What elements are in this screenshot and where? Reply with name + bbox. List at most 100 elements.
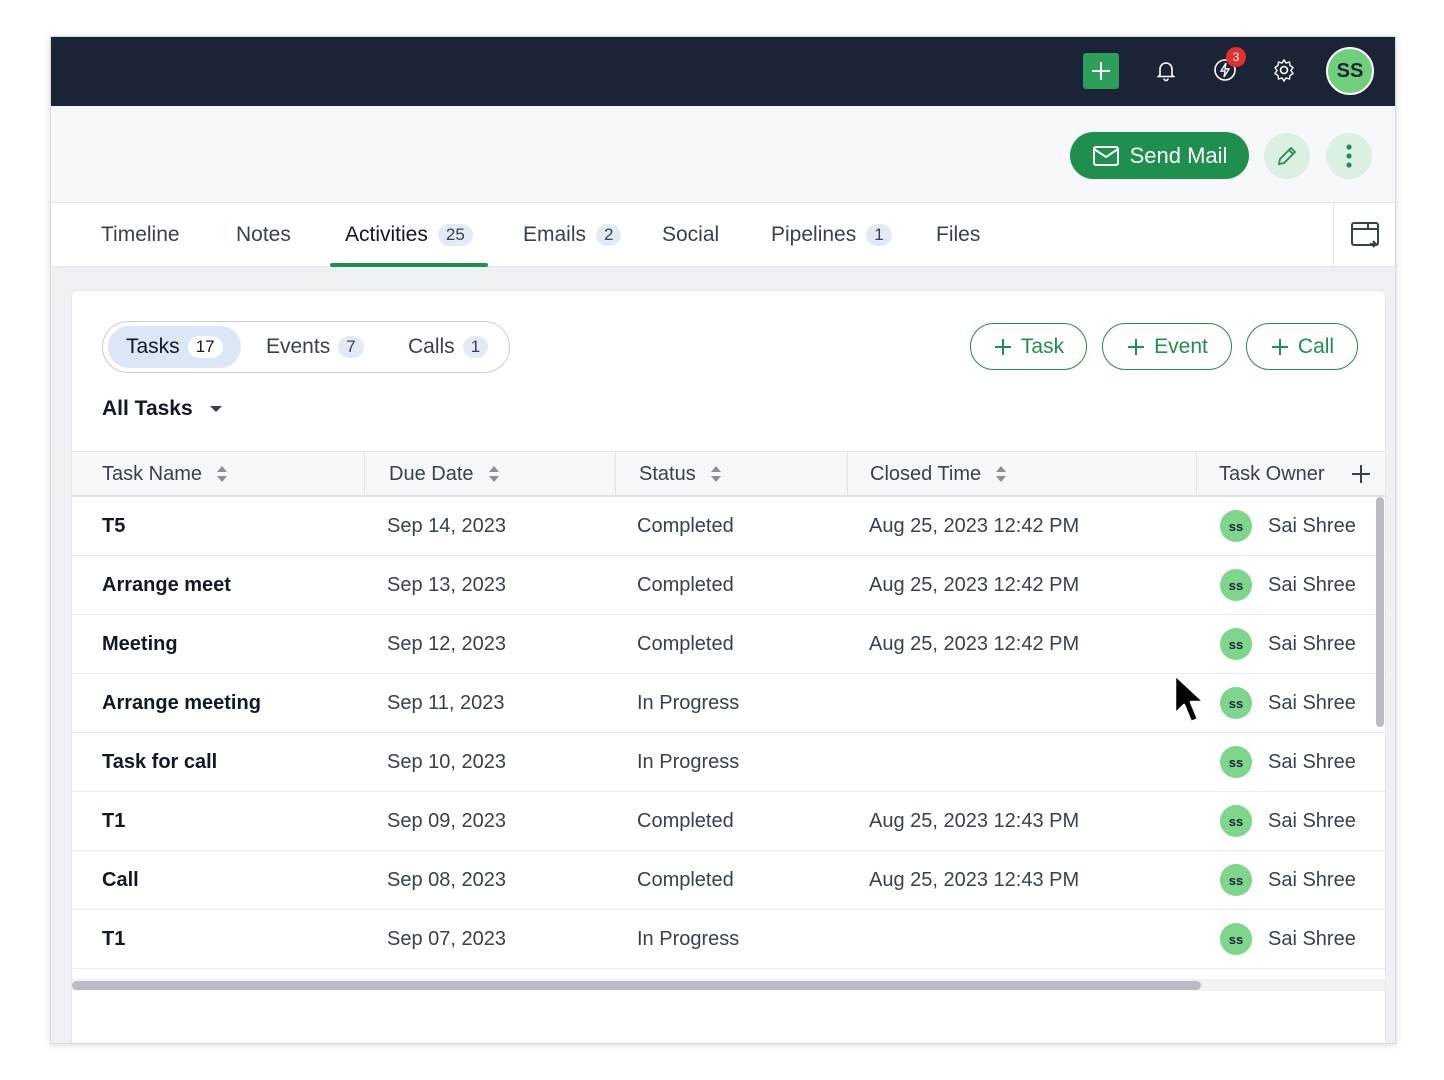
task-owner: ss Sai Shree [1220, 615, 1356, 673]
add-task-button[interactable]: Task [970, 323, 1087, 370]
table-row[interactable]: Arrange meet Sep 13, 2023 Completed Aug … [72, 556, 1385, 615]
tab-timeline[interactable]: Timeline [101, 203, 180, 267]
segment-count: 17 [187, 336, 223, 358]
status: Completed [637, 573, 734, 596]
send-mail-label: Send Mail [1129, 142, 1228, 168]
task-owner: ss Sai Shree [1220, 556, 1356, 614]
crm-window: 3 SS Send Mail Timeline Notes Activities… [50, 36, 1396, 1044]
column-status[interactable]: Status [639, 452, 722, 496]
edit-button[interactable] [1264, 133, 1310, 179]
send-mail-button[interactable]: Send Mail [1070, 132, 1249, 179]
owner-name: Sai Shree [1268, 632, 1356, 655]
task-filter-dropdown[interactable]: All Tasks [102, 397, 223, 421]
status: In Progress [637, 691, 740, 714]
table-row[interactable]: T1 Sep 07, 2023 In Progress ss Sai Shree [72, 910, 1385, 969]
column-label: Status [639, 462, 696, 485]
column-divider [1196, 452, 1197, 496]
due-date: Sep 07, 2023 [387, 927, 506, 950]
task-name[interactable]: Arrange meet [102, 556, 231, 614]
segment-tasks[interactable]: Tasks 17 [108, 326, 241, 368]
quick-create-button[interactable] [1083, 53, 1119, 89]
task-name[interactable]: Arrange meeting [102, 674, 261, 732]
avatar: ss [1220, 687, 1252, 719]
notifications-button[interactable] [1146, 50, 1186, 90]
due-date: Sep 08, 2023 [387, 868, 506, 891]
tab-notes[interactable]: Notes [236, 203, 291, 267]
segment-count: 7 [338, 336, 364, 358]
horizontal-scrollbar[interactable] [72, 981, 1201, 990]
segment-events[interactable]: Events 7 [248, 326, 382, 368]
record-header: Send Mail [51, 106, 1395, 203]
task-owner: ss Sai Shree [1220, 851, 1356, 909]
tab-label: Notes [236, 223, 291, 246]
table-row[interactable]: T1 Sep 09, 2023 Completed Aug 25, 2023 1… [72, 792, 1385, 851]
tab-count: 1 [866, 224, 892, 246]
task-name[interactable]: T5 [102, 497, 125, 555]
sort-icon[interactable] [995, 464, 1007, 484]
segment-label: Calls [408, 335, 455, 358]
filter-label: All Tasks [102, 397, 193, 420]
add-call-button[interactable]: Call [1246, 323, 1358, 370]
column-divider [615, 452, 616, 496]
vertical-scrollbar[interactable] [1376, 497, 1384, 727]
owner-name: Sai Shree [1268, 927, 1356, 950]
due-date: Sep 09, 2023 [387, 809, 506, 832]
tab-pipelines[interactable]: Pipelines 1 [771, 203, 892, 267]
task-owner: ss Sai Shree [1220, 497, 1356, 555]
tab-label: Files [936, 223, 981, 246]
column-task-name[interactable]: Task Name [102, 452, 228, 496]
task-name[interactable]: Call [102, 851, 139, 909]
add-call-label: Call [1297, 334, 1335, 358]
task-name[interactable]: Meeting [102, 615, 178, 673]
column-closed-time[interactable]: Closed Time [870, 452, 1007, 496]
task-name[interactable]: Task for call [102, 733, 217, 791]
add-event-label: Event [1154, 334, 1208, 358]
task-name[interactable]: T1 [102, 792, 125, 850]
avatar: ss [1220, 628, 1252, 660]
tab-files[interactable]: Files [936, 203, 980, 267]
sort-icon[interactable] [216, 464, 228, 484]
column-task-owner[interactable]: Task Owner [1219, 452, 1325, 496]
column-divider [364, 452, 365, 496]
activity-type-switch: Tasks 17 Events 7 Calls 1 [102, 321, 510, 373]
gear-icon [1274, 58, 1294, 83]
status: In Progress [637, 927, 740, 950]
more-options-button[interactable] [1326, 133, 1372, 179]
table-row[interactable]: Call Sep 08, 2023 Completed Aug 25, 2023… [72, 851, 1385, 910]
table-header: Task Name Due Date Status Closed Time Ta… [72, 451, 1385, 497]
sort-icon[interactable] [488, 464, 500, 484]
settings-button[interactable] [1264, 50, 1304, 90]
avatar: ss [1220, 746, 1252, 778]
owner-name: Sai Shree [1268, 573, 1356, 596]
task-name[interactable]: T1 [102, 910, 125, 968]
column-divider [847, 452, 848, 496]
add-event-button[interactable]: Event [1102, 323, 1232, 370]
due-date: Sep 11, 2023 [387, 691, 505, 714]
top-bar: 3 SS [51, 37, 1395, 106]
tab-social[interactable]: Social [662, 203, 719, 267]
tab-count: 25 [437, 224, 473, 246]
closed-time: Aug 25, 2023 12:42 PM [869, 632, 1080, 655]
tab-emails[interactable]: Emails 2 [523, 203, 622, 267]
due-date: Sep 12, 2023 [387, 632, 506, 655]
owner-name: Sai Shree [1268, 691, 1356, 714]
avatar: ss [1220, 510, 1252, 542]
tab-activities[interactable]: Activities 25 [330, 203, 488, 267]
side-panel-button[interactable] [1333, 203, 1395, 267]
mail-icon [1092, 145, 1119, 166]
table-row[interactable]: T5 Sep 14, 2023 Completed Aug 25, 2023 1… [72, 497, 1385, 556]
pencil-icon [1277, 146, 1297, 166]
segment-calls[interactable]: Calls 1 [390, 326, 506, 368]
bell-icon [1156, 62, 1176, 82]
tab-count: 2 [596, 224, 622, 246]
column-due-date[interactable]: Due Date [389, 452, 500, 496]
table-row[interactable]: Meeting Sep 12, 2023 Completed Aug 25, 2… [72, 615, 1385, 674]
due-date: Sep 13, 2023 [387, 573, 506, 596]
table-row[interactable]: Task for call Sep 10, 2023 In Progress s… [72, 733, 1385, 792]
record-tabs: Timeline Notes Activities 25 Emails 2 Soci… [51, 203, 1395, 267]
sort-icon[interactable] [710, 464, 722, 484]
status: Completed [637, 632, 734, 655]
task-owner: ss Sai Shree [1220, 733, 1356, 791]
user-avatar[interactable]: SS [1326, 47, 1374, 95]
add-column-button[interactable] [1350, 452, 1372, 496]
